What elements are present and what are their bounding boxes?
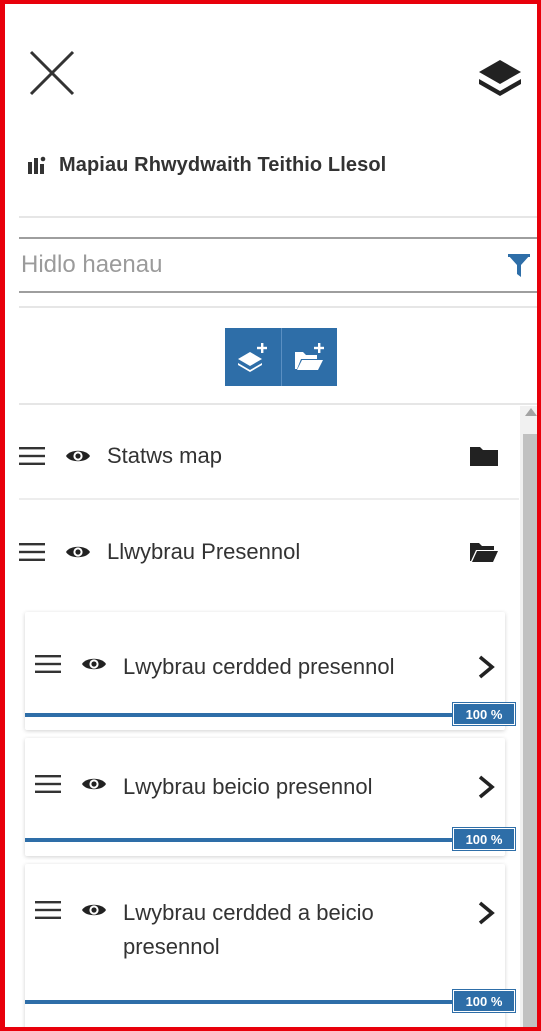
opacity-track [25, 1000, 455, 1004]
layer-filter [19, 237, 537, 293]
layer-group-statws-map[interactable]: Statws map [19, 408, 517, 504]
close-icon [29, 50, 75, 96]
layer-item-header[interactable]: Lwybrau cerdded presennol [35, 650, 497, 684]
drag-handle-icon[interactable] [35, 774, 61, 794]
opacity-value: 100 % [452, 702, 516, 726]
chevron-right-icon[interactable] [475, 774, 497, 800]
drag-handle-icon[interactable] [19, 542, 45, 562]
layer-item-header[interactable]: Lwybrau cerdded a beicio presennol [35, 896, 497, 964]
close-button[interactable] [27, 48, 77, 98]
filter-icon[interactable] [507, 253, 531, 279]
layers-icon [479, 60, 521, 96]
add-layer-icon [238, 343, 267, 372]
divider [19, 403, 537, 405]
panel-title: Mapiau Rhwydwaith Teithio Llesol [59, 154, 387, 176]
eye-icon[interactable] [81, 655, 107, 673]
opacity-track [25, 838, 455, 842]
layer-label: Lwybrau cerdded a beicio presennol [123, 900, 374, 959]
layer-label: Lwybrau cerdded presennol [123, 654, 395, 679]
folder-icon[interactable] [469, 444, 499, 468]
scroll-up-arrow[interactable] [525, 408, 537, 416]
eye-icon[interactable] [81, 775, 107, 793]
layer-item-header[interactable]: Lwybrau beicio presennol [35, 770, 497, 804]
divider [19, 498, 519, 500]
layer-panel: Mapiau Rhwydwaith Teithio Llesol Hidlo h… [0, 0, 541, 1031]
filter-input[interactable] [21, 239, 491, 291]
drag-handle-icon[interactable] [35, 900, 61, 920]
add-layer-button[interactable] [225, 328, 281, 386]
panel-header: Mapiau Rhwydwaith Teithio Llesol [27, 154, 386, 177]
chevron-right-icon[interactable] [475, 900, 497, 926]
layers-button[interactable] [475, 56, 525, 102]
layer-item-lwybrau-cerdded: Lwybrau cerdded presennol 100 % [25, 612, 516, 730]
layer-label: Lwybrau beicio presennol [123, 774, 373, 799]
eye-icon[interactable] [65, 543, 91, 561]
drag-handle-icon[interactable] [19, 446, 45, 466]
scrollbar-thumb[interactable] [523, 434, 537, 1027]
eye-icon[interactable] [65, 447, 91, 465]
map-legend-icon [28, 156, 46, 174]
drag-handle-icon[interactable] [35, 654, 61, 674]
layer-label: Llwybrau Presennol [107, 539, 301, 564]
folder-open-icon[interactable] [469, 540, 499, 564]
opacity-value: 100 % [452, 989, 516, 1013]
divider [19, 306, 537, 308]
add-group-button[interactable] [281, 328, 337, 386]
divider [19, 216, 537, 218]
opacity-slider[interactable]: 100 % [25, 702, 516, 727]
opacity-slider[interactable]: 100 % [25, 989, 516, 1014]
add-folder-icon [294, 343, 324, 370]
opacity-value: 100 % [452, 827, 516, 851]
layer-item-lwybrau-cerdded-a-beicio: Lwybrau cerdded a beicio presennol 100 % [25, 864, 516, 1027]
layer-toolbar [225, 328, 337, 386]
opacity-track [25, 713, 455, 717]
eye-icon[interactable] [81, 901, 107, 919]
opacity-slider[interactable]: 100 % [25, 827, 516, 852]
layer-group-llwybrau-presennol[interactable]: Llwybrau Presennol [19, 504, 517, 600]
layer-label: Statws map [107, 443, 222, 468]
layer-item-lwybrau-beicio: Lwybrau beicio presennol 100 % [25, 738, 516, 856]
chevron-right-icon[interactable] [475, 654, 497, 680]
